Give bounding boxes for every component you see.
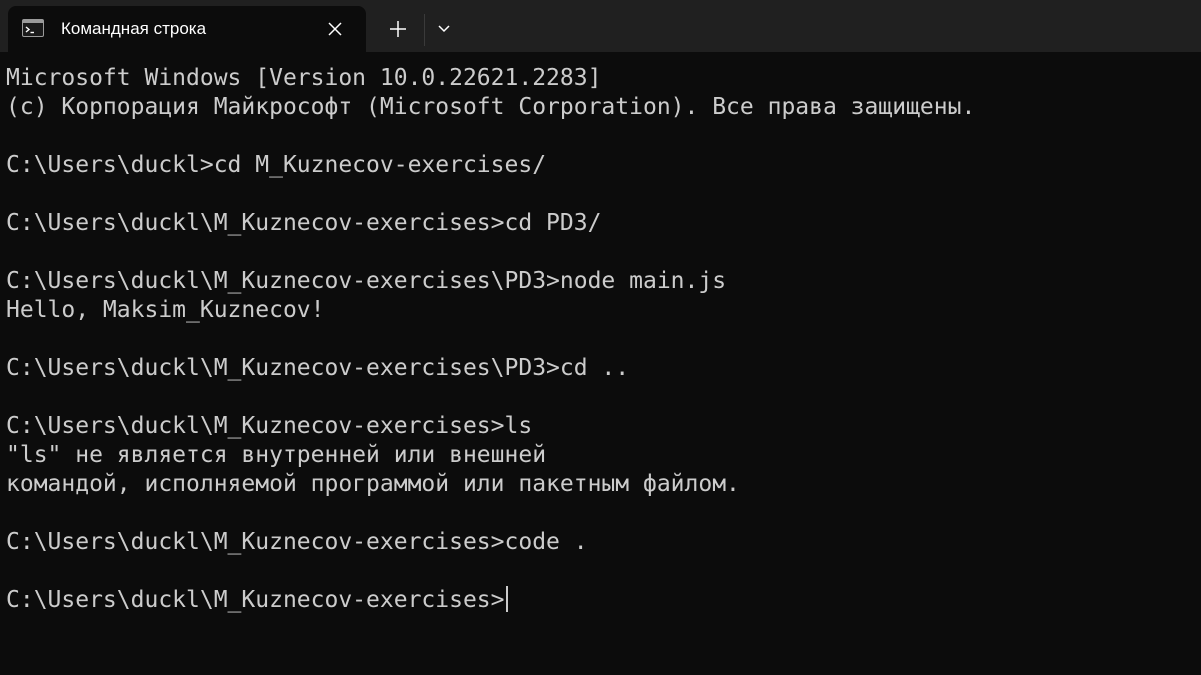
chevron-down-icon[interactable] — [430, 15, 458, 43]
console-icon — [22, 19, 44, 37]
terminal-line: C:\Users\duckl\M_Kuznecov-exercises>code… — [6, 529, 588, 555]
terminal-line: Hello, Maksim_Kuznecov! — [6, 297, 325, 323]
terminal-line: (c) Корпорация Майкрософт (Microsoft Cor… — [6, 94, 976, 120]
terminal-window: Командная строка Microsoft Windows [Vers… — [0, 0, 1201, 675]
text-cursor — [505, 586, 508, 612]
terminal-line: C:\Users\duckl\M_Kuznecov-exercises>cd P… — [6, 210, 602, 236]
tab-separator — [424, 14, 425, 46]
tab-command-prompt[interactable]: Командная строка — [8, 6, 366, 52]
plus-icon[interactable] — [384, 15, 412, 43]
terminal-line: "ls" не является внутренней или внешней — [6, 442, 547, 468]
terminal-prompt: C:\Users\duckl\M_Kuznecov-exercises> — [6, 587, 505, 613]
terminal-line: C:\Users\duckl\M_Kuznecov-exercises\PD3>… — [6, 355, 630, 381]
terminal-line: Microsoft Windows [Version 10.0.22621.22… — [6, 65, 602, 91]
terminal-line: C:\Users\duckl\M_Kuznecov-exercises>ls — [6, 413, 533, 439]
terminal-line: C:\Users\duckl\M_Kuznecov-exercises\PD3>… — [6, 268, 727, 294]
terminal-line: командой, исполняемой программой или пак… — [6, 471, 740, 497]
terminal-prompt-line[interactable]: C:\Users\duckl\M_Kuznecov-exercises> — [6, 586, 1201, 615]
close-icon[interactable] — [322, 16, 348, 42]
terminal-line: C:\Users\duckl>cd M_Kuznecov-exercises/ — [6, 152, 547, 178]
terminal-output[interactable]: Microsoft Windows [Version 10.0.22621.22… — [0, 52, 1201, 675]
tab-title: Командная строка — [61, 19, 207, 38]
tab-bar: Командная строка — [0, 0, 1201, 52]
